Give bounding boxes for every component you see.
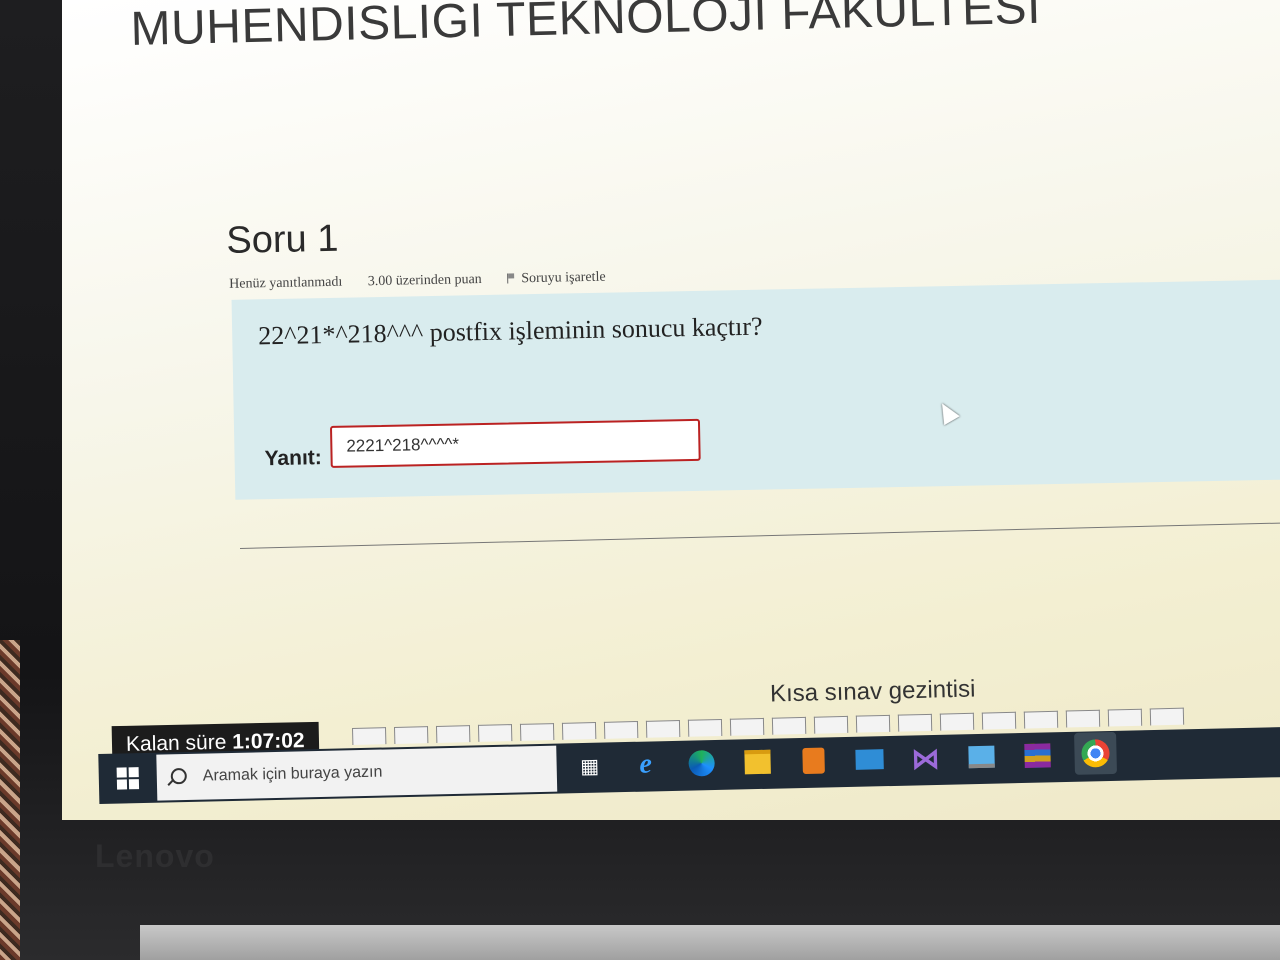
books-shape xyxy=(1024,743,1051,768)
chrome-icon[interactable] xyxy=(1074,731,1117,775)
windows-logo-pane xyxy=(116,779,128,790)
edge-icon[interactable] xyxy=(684,746,719,781)
question-points: 3.00 üzerinden puan xyxy=(367,272,482,290)
flag-question-label: Soruyu işaretle xyxy=(521,269,606,287)
task-view-icon[interactable]: ▦ xyxy=(572,748,607,783)
winrar-icon[interactable] xyxy=(1020,738,1055,773)
windows-logo-pane xyxy=(116,767,127,778)
question-content: 22^21*^218^^^ postfix işleminin sonucu k… xyxy=(231,279,1280,500)
chrome-logo xyxy=(1081,739,1110,768)
question-status: Henüz yanıtlanmadı xyxy=(229,274,343,292)
question-info: Henüz yanıtlanmadı 3.00 üzerinden puan S… xyxy=(229,269,650,293)
laptop-base xyxy=(140,925,1280,960)
windows-logo-pane xyxy=(128,767,139,778)
question-number: Soru 1 xyxy=(225,217,339,262)
file-explorer-icon[interactable] xyxy=(740,745,775,780)
internet-explorer-icon[interactable]: e xyxy=(628,747,663,782)
visual-studio-icon[interactable]: ⋈ xyxy=(908,741,943,776)
edge-logo xyxy=(688,750,715,777)
screen: MUHENDISLIGI TEKNOLOJI FAKULTESI Soru 1 … xyxy=(62,0,1280,820)
brand-logo: Lenovo xyxy=(95,838,215,874)
envelope-shape xyxy=(855,749,884,770)
answer-label: Yanıt: xyxy=(264,446,322,471)
question-text: 22^21*^218^^^ postfix işleminin sonucu k… xyxy=(257,311,763,351)
windows-start-icon[interactable] xyxy=(116,767,140,790)
background-carpet xyxy=(0,640,20,960)
search-placeholder: Aramak için buraya yazın xyxy=(202,763,383,785)
media-player-icon[interactable] xyxy=(796,743,831,778)
quiz-navigation-title: Kısa sınav gezintisi xyxy=(769,675,976,708)
flag-icon xyxy=(507,273,517,284)
photo-scene: Lenovo MUHENDISLIGI TEKNOLOJI FAKULTESI … xyxy=(0,0,1280,960)
mail-icon[interactable] xyxy=(852,742,887,777)
page-title: MUHENDISLIGI TEKNOLOJI FAKULTESI xyxy=(130,0,1042,56)
folder-shape xyxy=(744,749,771,775)
taskbar-search-box[interactable]: Aramak için buraya yazın xyxy=(156,745,558,801)
search-icon xyxy=(170,767,187,785)
question-block: Soru 1 Henüz yanıtlanmadı 3.00 üzerinden… xyxy=(222,199,1280,519)
windows-logo-pane xyxy=(128,779,140,790)
this-pc-icon[interactable] xyxy=(964,740,999,775)
divider xyxy=(240,522,1280,549)
answer-input[interactable] xyxy=(329,418,701,468)
monitor-shape xyxy=(968,745,995,769)
flag-question-link[interactable]: Soruyu işaretle xyxy=(507,269,628,286)
media-shape xyxy=(802,747,825,775)
